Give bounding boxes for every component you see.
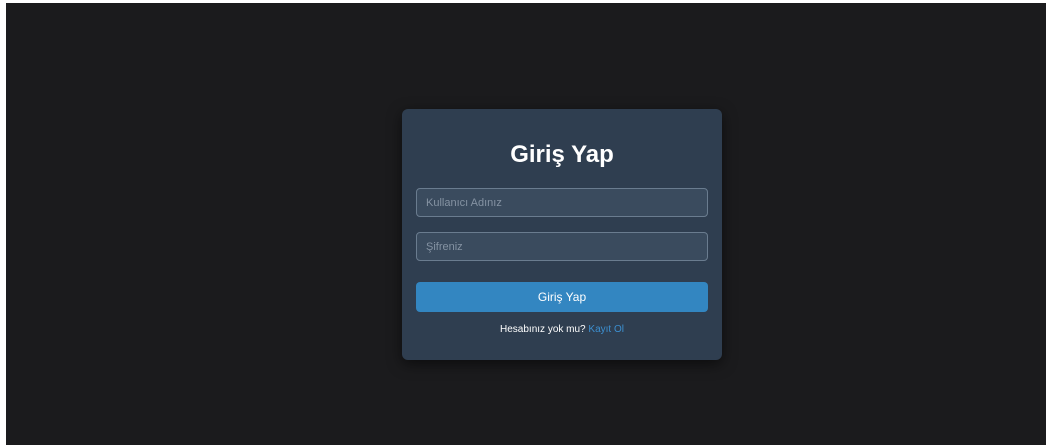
- username-input[interactable]: [416, 188, 708, 217]
- login-title: Giriş Yap: [510, 141, 614, 168]
- password-input[interactable]: [416, 232, 708, 261]
- register-link[interactable]: Kayıt Ol: [588, 324, 624, 335]
- login-button[interactable]: Giriş Yap: [416, 282, 708, 312]
- login-card: Giriş Yap Giriş Yap Hesabınız yok mu? Ka…: [402, 109, 722, 360]
- register-prompt-text: Hesabınız yok mu?: [500, 324, 586, 335]
- page-viewport: Giriş Yap Giriş Yap Hesabınız yok mu? Ka…: [6, 3, 1046, 445]
- register-prompt-row: Hesabınız yok mu? Kayıt Ol: [402, 323, 722, 337]
